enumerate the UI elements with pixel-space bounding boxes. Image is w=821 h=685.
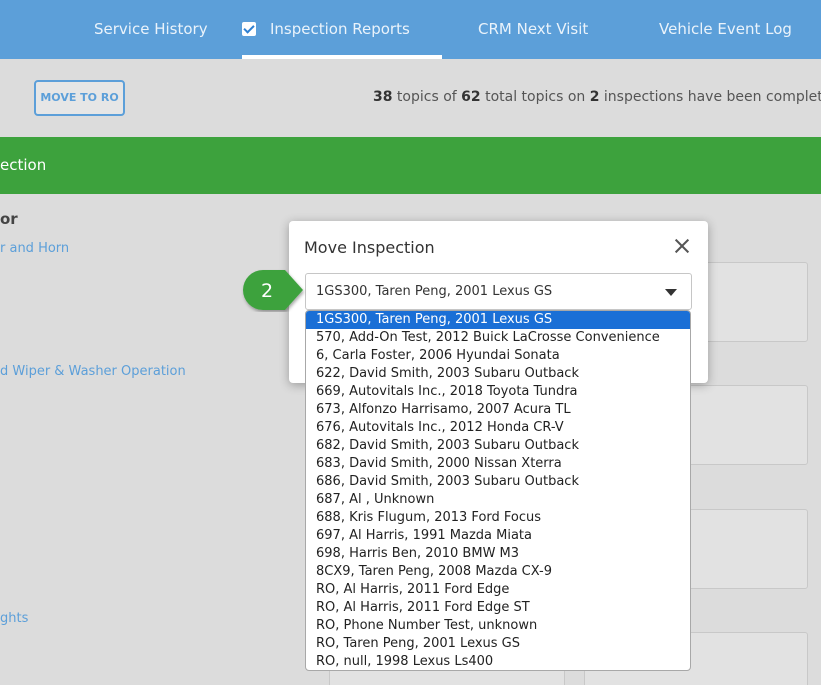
tab-vehicle-event-log[interactable]: Vehicle Event Log (659, 0, 792, 59)
tab-inspection-reports-label: Inspection Reports (270, 20, 410, 38)
group-title: or (0, 210, 18, 228)
topic-link-horn[interactable]: r and Horn (0, 241, 69, 256)
dropdown-option[interactable]: 676, Autovitals Inc., 2012 Honda CR-V (306, 419, 690, 437)
topics-summary: 38 topics of 62 total topics on 2 inspec… (373, 89, 821, 105)
tab-inspection-reports[interactable]: Inspection Reports (242, 0, 442, 59)
dropdown-option[interactable]: 682, David Smith, 2003 Subaru Outback (306, 437, 690, 455)
dropdown-option[interactable]: 697, Al Harris, 1991 Mazda Miata (306, 527, 690, 545)
dropdown-option[interactable]: 8CX9, Taren Peng, 2008 Mazda CX-9 (306, 563, 690, 581)
summary-text: total topics on (480, 89, 590, 105)
dropdown-option[interactable]: 698, Harris Ben, 2010 BMW M3 (306, 545, 690, 563)
modal-title: Move Inspection (304, 238, 435, 257)
dropdown-option[interactable]: 688, Kris Flugum, 2013 Ford Focus (306, 509, 690, 527)
topic-link-lights[interactable]: ghts (0, 611, 28, 626)
dropdown-option[interactable]: 1GS300, Taren Peng, 2001 Lexus GS (306, 311, 690, 329)
inspection-options-list: 1GS300, Taren Peng, 2001 Lexus GS 570, Ad… (305, 310, 691, 671)
tab-service-history[interactable]: Service History (94, 0, 208, 59)
topics-done-count: 38 (373, 89, 393, 105)
dropdown-option[interactable]: 673, Alfonzo Harrisamo, 2007 Acura TL (306, 401, 690, 419)
dropdown-option[interactable]: 687, Al , Unknown (306, 491, 690, 509)
dropdown-option[interactable]: RO, Taren Peng, 2001 Lexus GS (306, 635, 690, 653)
inspections-count: 2 (589, 89, 600, 105)
dropdown-option[interactable]: 570, Add-On Test, 2012 Buick LaCrosse Co… (306, 329, 690, 347)
topic-link-wiper[interactable]: d Wiper & Washer Operation (0, 364, 186, 379)
dropdown-option[interactable]: RO, null, 1998 Lexus Ls400 (306, 653, 690, 670)
callout-number: 2 (261, 280, 273, 302)
summary-text: inspections have been complete (599, 89, 821, 105)
inspection-select[interactable]: 1GS300, Taren Peng, 2001 Lexus GS (305, 273, 692, 310)
tab-crm-next-visit[interactable]: CRM Next Visit (478, 0, 588, 59)
dropdown-option[interactable]: 669, Autovitals Inc., 2018 Toyota Tundra (306, 383, 690, 401)
dropdown-option[interactable]: 683, David Smith, 2000 Nissan Xterra (306, 455, 690, 473)
caret-down-icon (665, 289, 677, 296)
close-icon[interactable] (672, 236, 692, 256)
checkbox-icon (242, 22, 256, 36)
dropdown-option[interactable]: 686, David Smith, 2003 Subaru Outback (306, 473, 690, 491)
top-nav: Service History Inspection Reports CRM N… (0, 0, 821, 59)
dropdown-option[interactable]: RO, Al Harris, 2011 Ford Edge (306, 581, 690, 599)
section-banner-title: ection (0, 156, 47, 174)
dropdown-option[interactable]: 622, David Smith, 2003 Subaru Outback (306, 365, 690, 383)
topics-total-count: 62 (461, 89, 481, 105)
dropdown-option[interactable]: RO, Phone Number Test, unknown (306, 617, 690, 635)
summary-text: topics of (392, 89, 462, 105)
dropdown-option[interactable]: 6, Carla Foster, 2006 Hyundai Sonata (306, 347, 690, 365)
section-banner: ection (0, 137, 821, 194)
move-to-ro-button[interactable]: MOVE TO RO (34, 80, 125, 116)
step-callout: 2 (243, 270, 303, 310)
inspection-select-value: 1GS300, Taren Peng, 2001 Lexus GS (316, 284, 553, 299)
dropdown-option[interactable]: RO, Al Harris, 2011 Ford Edge ST (306, 599, 690, 617)
